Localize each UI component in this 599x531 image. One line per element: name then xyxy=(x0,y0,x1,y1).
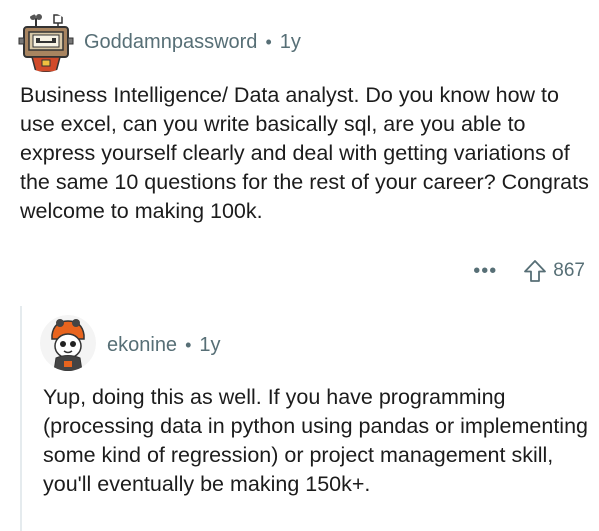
robot-avatar-icon xyxy=(16,12,76,72)
thread-line[interactable] xyxy=(20,306,22,531)
character-avatar-icon xyxy=(40,315,96,371)
comment-body: Yup, doing this as well. If you have pro… xyxy=(43,385,588,496)
comment-age: 1y xyxy=(279,31,301,53)
comment-meta: ekonine • 1y xyxy=(107,334,221,357)
more-options-button[interactable]: ••• xyxy=(473,261,497,281)
meta-separator: • xyxy=(265,32,272,52)
vote-count: 867 xyxy=(553,260,585,281)
username[interactable]: Goddamnpassword xyxy=(84,31,257,54)
upvote-arrow-icon xyxy=(524,260,547,282)
top-comment: Goddamnpassword • 1y Business Intelligen… xyxy=(0,0,599,306)
comment-body: Business Intelligence/ Data analyst. Do … xyxy=(20,83,589,223)
user-avatar[interactable] xyxy=(40,315,96,371)
comment-age: 1y xyxy=(199,334,221,356)
meta-separator: • xyxy=(185,335,192,355)
user-avatar[interactable] xyxy=(16,12,76,72)
comment-actions: ••• 867 xyxy=(473,259,585,283)
comment-meta: Goddamnpassword • 1y xyxy=(84,31,301,54)
reply-comment: ekonine • 1y Yup, doing this as well. If… xyxy=(0,306,599,531)
username[interactable]: ekonine xyxy=(107,334,177,357)
upvote-button[interactable]: 867 xyxy=(523,259,585,283)
